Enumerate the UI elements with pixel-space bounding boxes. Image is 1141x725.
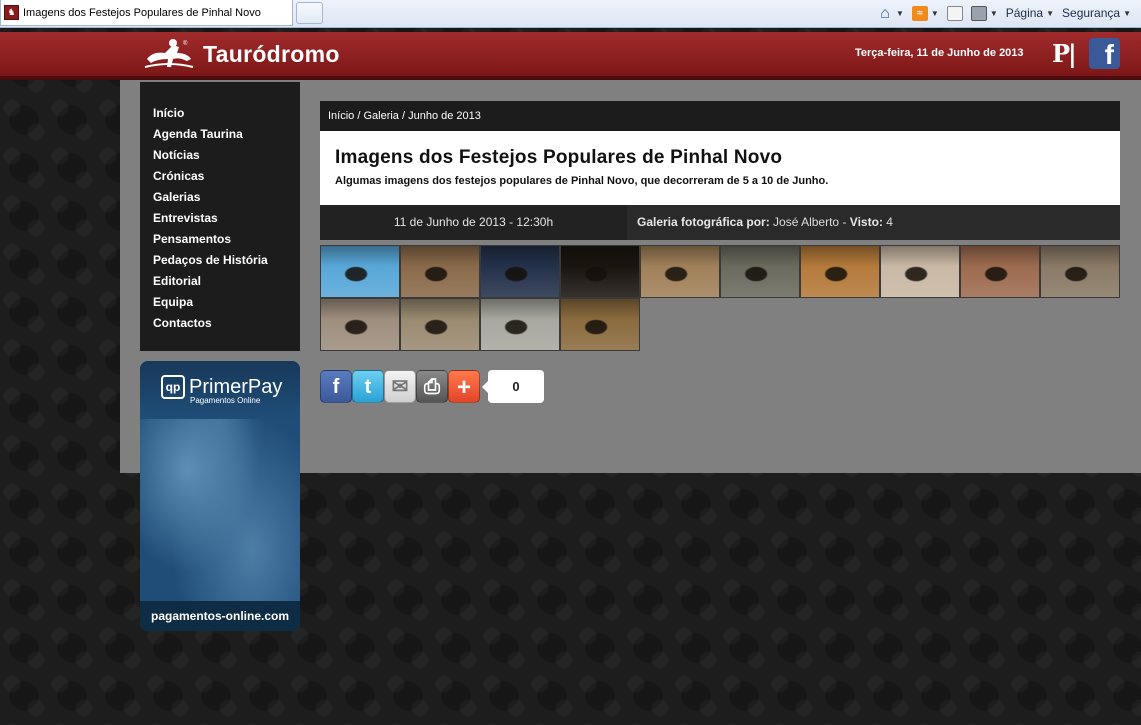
views-label: Visto:	[849, 215, 883, 229]
feeds-button[interactable]: ≈ ▼	[911, 5, 939, 21]
browser-toolbar: ♞ Imagens dos Festejos Populares de Pinh…	[0, 0, 1141, 28]
nav-item-inicio[interactable]: Início	[140, 103, 300, 124]
page-title: Imagens dos Festejos Populares de Pinhal…	[335, 147, 783, 168]
gallery-thumbnail[interactable]	[320, 245, 400, 298]
nav-item-pedacos-de-historia[interactable]: Pedaços de História	[140, 250, 300, 271]
partner-logo-icon[interactable]: P|	[1052, 39, 1083, 69]
nav-item-agenda-taurina[interactable]: Agenda Taurina	[140, 124, 300, 145]
new-tab-button[interactable]	[296, 2, 323, 24]
article-datetime: 11 de Junho de 2013 - 12:30h	[320, 205, 627, 240]
security-menu[interactable]: Segurança ▼	[1062, 6, 1131, 20]
svg-text:®: ®	[183, 40, 188, 47]
ad-url: pagamentos-online.com	[140, 601, 300, 631]
gallery-thumbnail[interactable]	[880, 245, 960, 298]
share-toolbar: f t ✉ ⎙ + 0	[320, 370, 544, 403]
share-email-button[interactable]: ✉	[384, 370, 416, 403]
share-twitter-button[interactable]: t	[352, 370, 384, 403]
chevron-down-icon: ▼	[989, 8, 998, 18]
mail-button[interactable]	[946, 5, 963, 21]
gallery-thumbnail[interactable]	[480, 245, 560, 298]
chevron-down-icon: ▼	[895, 8, 904, 18]
nav-item-equipa[interactable]: Equipa	[140, 292, 300, 313]
nav-item-pensamentos[interactable]: Pensamentos	[140, 229, 300, 250]
page-menu[interactable]: Página ▼	[1006, 6, 1054, 20]
primerpay-ad-banner[interactable]: qp PrimerPay Pagamentos Online pagamento…	[140, 361, 300, 631]
nav-item-entrevistas[interactable]: Entrevistas	[140, 208, 300, 229]
breadcrumb-home[interactable]: Início	[328, 110, 354, 122]
site-favicon-icon: ♞	[4, 5, 19, 20]
print-button[interactable]: ▼	[970, 5, 998, 21]
home-button[interactable]: ⌂ ▼	[877, 4, 904, 22]
browser-tab-title: Imagens dos Festejos Populares de Pinhal…	[23, 6, 261, 19]
horseman-logo-icon: ®	[144, 39, 194, 68]
page-menu-label: Página	[1005, 6, 1044, 20]
chevron-down-icon: ▼	[1123, 8, 1131, 18]
gallery-thumbnail[interactable]	[560, 298, 640, 351]
ad-brand: PrimerPay	[189, 376, 283, 398]
article-subtitle: Algumas imagens dos festejos populares d…	[335, 175, 829, 187]
site-name: Tauródromo	[203, 40, 340, 67]
gallery-credits: Galeria fotográfica por: José Alberto - …	[637, 205, 893, 240]
printer-icon	[970, 5, 987, 21]
security-menu-label: Segurança	[1062, 6, 1121, 20]
share-counter: 0	[482, 370, 544, 403]
share-facebook-button[interactable]: f	[320, 370, 352, 403]
breadcrumb: Início / Galeria / Junho de 2013	[320, 101, 1120, 131]
site-logo[interactable]: ® Tauródromo	[143, 36, 340, 72]
chevron-down-icon: ▼	[930, 8, 939, 18]
nav-item-contactos[interactable]: Contactos	[140, 313, 300, 334]
gallery-thumbnail[interactable]	[1040, 245, 1120, 298]
breadcrumb-separator: /	[398, 110, 409, 122]
meta-separator: -	[842, 215, 850, 229]
mail-icon	[946, 5, 963, 21]
share-print-button[interactable]: ⎙	[416, 370, 448, 403]
primerpay-logo-icon: qp	[161, 375, 185, 399]
current-date: Terça-feira, 11 de Junho de 2013	[855, 47, 1024, 59]
facebook-icon[interactable]: f	[1089, 38, 1120, 70]
share-more-button[interactable]: +	[448, 370, 480, 403]
gallery-thumbnail[interactable]	[480, 298, 560, 351]
views-count: 4	[886, 215, 893, 229]
main-navigation: Início Agenda Taurina Notícias Crónicas …	[140, 82, 300, 351]
article-header: Imagens dos Festejos Populares de Pinhal…	[320, 131, 1120, 205]
gallery-thumbnail[interactable]	[960, 245, 1040, 298]
rss-icon: ≈	[911, 5, 928, 21]
chevron-down-icon: ▼	[1046, 8, 1055, 18]
gallery-thumbnail[interactable]	[640, 245, 720, 298]
browser-tab[interactable]: ♞ Imagens dos Festejos Populares de Pinh…	[0, 0, 293, 26]
nav-item-editorial[interactable]: Editorial	[140, 271, 300, 292]
nav-item-noticias[interactable]: Notícias	[140, 145, 300, 166]
home-icon: ⌂	[880, 4, 890, 22]
gallery-thumbnail[interactable]	[400, 245, 480, 298]
gallery-thumbnail[interactable]	[720, 245, 800, 298]
breadcrumb-galeria[interactable]: Galeria	[363, 110, 398, 122]
breadcrumb-current: Junho de 2013	[408, 110, 481, 122]
gallery-thumbnail[interactable]	[320, 298, 400, 351]
ad-tagline: Pagamentos Online	[190, 396, 261, 405]
nav-item-galerias[interactable]: Galerias	[140, 187, 300, 208]
gallery-thumbnail[interactable]	[560, 245, 640, 298]
nav-item-cronicas[interactable]: Crónicas	[140, 166, 300, 187]
gallery-thumbnail[interactable]	[800, 245, 880, 298]
gallery-thumbnail[interactable]	[400, 298, 480, 351]
article-meta: 11 de Junho de 2013 - 12:30h Galeria fot…	[320, 205, 1120, 240]
gallery-author: José Alberto	[773, 215, 840, 229]
gallery-by-label: Galeria fotográfica por:	[637, 215, 770, 229]
command-bar: ⌂ ▼ ≈ ▼ ▼ Página ▼ Segurança ▼	[877, 2, 1131, 24]
photo-gallery	[320, 245, 1121, 351]
